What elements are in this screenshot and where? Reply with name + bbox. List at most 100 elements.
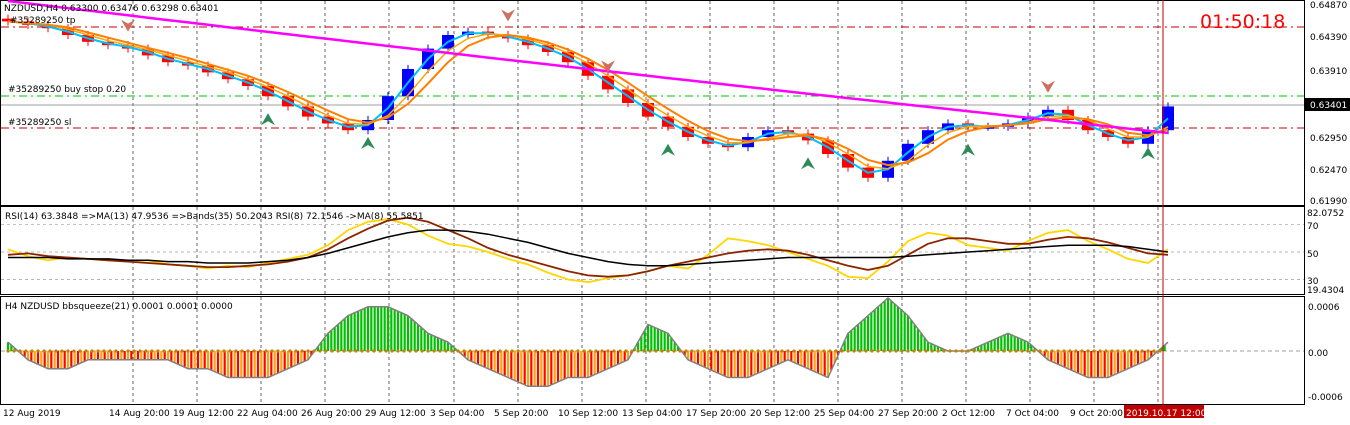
squeeze-dot xyxy=(324,349,328,353)
chart-canvas[interactable]: NZDUSD,H4 0.63300 0.63476 0.63298 0.6340… xyxy=(0,0,1350,425)
squeeze-dot xyxy=(216,349,220,353)
squeeze-dot xyxy=(84,349,88,353)
squeeze-dot xyxy=(396,349,400,353)
squeeze-dot xyxy=(486,349,490,353)
squeeze-dot xyxy=(432,349,436,353)
squeeze-dot xyxy=(462,349,466,353)
time-tick: 12 Aug 2019 xyxy=(3,409,61,419)
squeeze-dot xyxy=(768,349,772,353)
squeeze-dot xyxy=(882,349,886,353)
buy-stop-label: #35289250 buy stop 0.20 xyxy=(8,85,126,95)
time-tick: 29 Aug 12:00 xyxy=(365,409,426,419)
squeeze-dot xyxy=(444,349,448,353)
squeeze-dot xyxy=(108,349,112,353)
squeeze-dot xyxy=(1104,349,1108,353)
squeeze-dot xyxy=(246,349,250,353)
squeeze-dot xyxy=(792,349,796,353)
squeeze-dot xyxy=(126,349,130,353)
price-tick: 0.61990 xyxy=(1310,197,1347,207)
squeeze-dot xyxy=(516,349,520,353)
squeeze-dot xyxy=(822,349,826,353)
squeeze-axis: 0.0006 0.00 -0.0006 xyxy=(1308,303,1343,403)
squeeze-dot xyxy=(1122,349,1126,353)
squeeze-dot xyxy=(630,349,634,353)
price-axis[interactable]: 0.64870 0.64390 0.63910 0.63401 0.62950 … xyxy=(1305,1,1350,207)
squeeze-dot xyxy=(348,349,352,353)
squeeze-dot xyxy=(594,349,598,353)
squeeze-dot xyxy=(1044,349,1048,353)
time-axis[interactable]: 12 Aug 2019 14 Aug 20:00 19 Aug 12:00 22 Au… xyxy=(3,405,1207,419)
squeeze-dot xyxy=(906,349,910,353)
squeeze-dot xyxy=(276,349,280,353)
squeeze-dot xyxy=(1038,349,1042,353)
squeeze-dot xyxy=(60,349,64,353)
squeeze-dot xyxy=(600,349,604,353)
squeeze-dot xyxy=(408,349,412,353)
squeeze-dot xyxy=(120,349,124,353)
squeeze-dot xyxy=(114,349,118,353)
squeeze-dot xyxy=(756,349,760,353)
time-tick: 2019.10.17 12:00 xyxy=(1126,409,1207,419)
squeeze-dot xyxy=(378,349,382,353)
squeeze-dot xyxy=(558,349,562,353)
squeeze-dot xyxy=(234,349,238,353)
squeeze-dot xyxy=(312,349,316,353)
squeeze-dot xyxy=(30,349,34,353)
tp-label: #35289250 tp xyxy=(10,16,76,26)
squeeze-dot xyxy=(336,349,340,353)
price-tick: 0.63910 xyxy=(1310,67,1347,77)
squeeze-dot xyxy=(816,349,820,353)
squeeze-tick: -0.0006 xyxy=(1308,393,1343,403)
squeeze-dot xyxy=(894,349,898,353)
squeeze-dot xyxy=(582,349,586,353)
squeeze-dot xyxy=(762,349,766,353)
squeeze-dot xyxy=(864,349,868,353)
squeeze-dot xyxy=(420,349,424,353)
squeeze-dot xyxy=(54,349,58,353)
squeeze-dot xyxy=(1146,349,1150,353)
squeeze-dot xyxy=(924,349,928,353)
squeeze-dot xyxy=(828,349,832,353)
squeeze-dot xyxy=(786,349,790,353)
squeeze-dot xyxy=(918,349,922,353)
time-tick: 27 Sep 20:00 xyxy=(878,409,938,419)
squeeze-dot xyxy=(510,349,514,353)
squeeze-dot xyxy=(696,349,700,353)
time-tick: 22 Aug 04:00 xyxy=(237,409,298,419)
squeeze-dot xyxy=(708,349,712,353)
squeeze-dot xyxy=(492,349,496,353)
squeeze-dot xyxy=(198,349,202,353)
rsi-tick: 70 xyxy=(1307,222,1319,232)
squeeze-dot xyxy=(846,349,850,353)
squeeze-dot xyxy=(264,349,268,353)
squeeze-dot xyxy=(360,349,364,353)
squeeze-dot xyxy=(1152,349,1156,353)
time-tick: 7 Oct 04:00 xyxy=(1006,409,1059,419)
squeeze-dot xyxy=(726,349,730,353)
squeeze-dot xyxy=(342,349,346,353)
countdown-timer: 01:50:18 xyxy=(1200,11,1285,33)
squeeze-dot xyxy=(876,349,880,353)
squeeze-dot xyxy=(150,349,154,353)
time-tick: 2 Oct 12:00 xyxy=(942,409,995,419)
squeeze-dot xyxy=(1050,349,1054,353)
squeeze-dot xyxy=(384,349,388,353)
squeeze-dot xyxy=(1032,349,1036,353)
squeeze-dot xyxy=(192,349,196,353)
squeeze-dot xyxy=(624,349,628,353)
squeeze-dot xyxy=(180,349,184,353)
squeeze-dot xyxy=(984,349,988,353)
squeeze-dot xyxy=(228,349,232,353)
sl-label: #35289250 sl xyxy=(8,118,71,128)
time-tick: 17 Sep 20:00 xyxy=(686,409,746,419)
squeeze-dot xyxy=(18,349,22,353)
squeeze-dot xyxy=(456,349,460,353)
squeeze-dot xyxy=(720,349,724,353)
squeeze-dot xyxy=(552,349,556,353)
squeeze-dot xyxy=(888,349,892,353)
squeeze-dot xyxy=(966,349,970,353)
squeeze-dot xyxy=(1068,349,1072,353)
squeeze-dot xyxy=(528,349,532,353)
squeeze-dot xyxy=(1134,349,1138,353)
squeeze-dot xyxy=(1056,349,1060,353)
